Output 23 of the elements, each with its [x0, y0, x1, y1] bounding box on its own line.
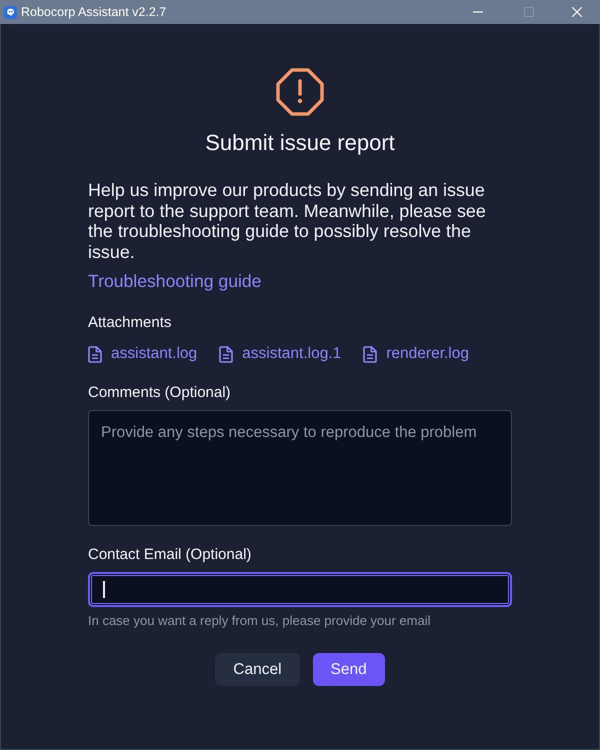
attachments-label: Attachments	[88, 314, 172, 332]
app-logo-icon	[4, 6, 17, 18]
comments-field[interactable]: Provide any steps necessary to reproduce the problem	[88, 410, 512, 526]
attachment-link[interactable]: renderer.log	[386, 344, 469, 364]
text-cursor-icon	[103, 581, 104, 598]
file-icon	[363, 346, 378, 362]
email-field[interactable]	[88, 572, 512, 607]
troubleshooting-link[interactable]: Troubleshooting guide	[88, 271, 262, 291]
close-icon	[572, 7, 582, 17]
hint-text: In case you want a reply from us, please provide your email	[88, 613, 431, 629]
dialog-title: Submit issue report	[204, 130, 396, 156]
file-icon	[88, 346, 102, 362]
attachment-link[interactable]: assistant.log	[111, 344, 198, 364]
maximize-icon	[524, 7, 534, 17]
cancel-button[interactable]: Cancel	[215, 653, 300, 686]
send-button[interactable]: Send	[312, 653, 385, 686]
field-label: Contact Email (Optional)	[88, 546, 252, 564]
file-icon	[219, 346, 234, 362]
window-title: Robocorp Assistant v2.2.7	[21, 5, 166, 19]
description-text: Help us improve our products by sending an issue report to the support team. Meanwhile, please see the troubleshooting guide to possibly resolve the issue.	[88, 180, 487, 262]
warning-octagon-icon	[276, 68, 324, 116]
attachment-link[interactable]: assistant.log.1	[242, 344, 342, 364]
field-label: Comments (Optional)	[88, 384, 231, 402]
